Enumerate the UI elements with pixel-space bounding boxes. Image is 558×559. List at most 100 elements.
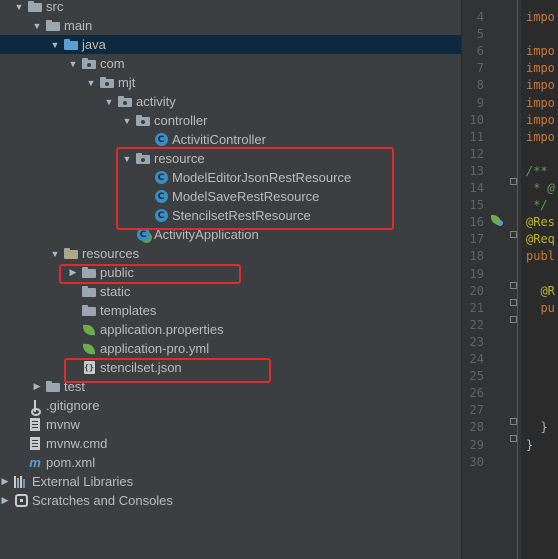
arrow-spacer <box>68 301 78 320</box>
arrow-spacer <box>68 339 78 358</box>
tree-item-stencilset-json[interactable]: {} stencilset.json <box>0 358 461 377</box>
tree-item-modelsaverestresource[interactable]: C ModelSaveRestResource <box>0 187 461 206</box>
tree-item-label: stencilset.json <box>100 360 182 375</box>
scratches-icon <box>14 494 28 508</box>
arrow-spacer <box>14 453 24 472</box>
tree-item-application-properties[interactable]: application.properties <box>0 320 461 339</box>
tree-item-activity[interactable]: ▼ activity <box>0 92 461 111</box>
tree-item-resource[interactable]: ▼ resource <box>0 149 461 168</box>
tree-item-controller[interactable]: ▼ controller <box>0 111 461 130</box>
arrow-spacer <box>140 168 150 187</box>
code-line: impo <box>526 61 555 76</box>
collapse-arrow-right-icon[interactable]: ▶ <box>68 263 78 282</box>
class-icon: C <box>154 171 168 185</box>
arrow-spacer <box>68 282 78 301</box>
fold-marker-icon[interactable] <box>510 299 517 306</box>
expand-arrow-down-icon[interactable]: ▼ <box>86 73 96 92</box>
code-line: } <box>526 437 534 452</box>
line-number: 16 <box>469 215 484 230</box>
tree-item-java[interactable]: ▼ java <box>0 35 461 54</box>
expand-arrow-down-icon[interactable]: ▼ <box>14 0 24 16</box>
tree-item-scratches-and-consoles[interactable]: ▶ Scratches and Consoles <box>0 491 461 510</box>
expand-arrow-down-icon[interactable]: ▼ <box>122 149 132 168</box>
tree-item-label: pom.xml <box>46 455 96 470</box>
tree-item-templates[interactable]: templates <box>0 301 461 320</box>
fold-marker-icon[interactable] <box>510 231 517 238</box>
tree-item-gitignore[interactable]: .gitignore <box>0 396 461 416</box>
tree-item-mvnw[interactable]: mvnw <box>0 415 461 434</box>
line-number: 25 <box>469 369 484 384</box>
code-line: publ <box>526 249 555 264</box>
maven-icon: m <box>29 455 41 470</box>
source-folder-icon <box>64 38 78 52</box>
code-editor[interactable]: impo impo impo impo impo impo impo /** * @ */ @R… <box>521 0 558 559</box>
gutter-divider <box>517 0 518 559</box>
tree-item-label: templates <box>100 303 157 318</box>
project-tree-panel[interactable]: ▼ src ▼ main ▼ java ▼ com ▼ mjt ▼ activity ▼ controll… <box>0 0 461 559</box>
package-icon <box>136 152 150 166</box>
tree-item-static[interactable]: static <box>0 282 461 301</box>
fold-marker-icon[interactable] <box>510 435 517 442</box>
tree-item-label: ModelEditorJsonRestResource <box>172 170 352 185</box>
tree-item-mjt[interactable]: ▼ mjt <box>0 73 461 92</box>
line-number: 28 <box>469 420 484 435</box>
line-number: 17 <box>469 232 484 247</box>
tree-item-test[interactable]: ▶ test <box>0 377 461 396</box>
tree-item-external-libraries[interactable]: ▶ External Libraries <box>0 472 461 491</box>
collapse-arrow-right-icon[interactable]: ▶ <box>0 472 10 491</box>
fold-marker-icon[interactable] <box>510 178 517 185</box>
expand-arrow-down-icon[interactable]: ▼ <box>50 35 60 54</box>
tree-item-modeleditorjsonrestresource[interactable]: C ModelEditorJsonRestResource <box>0 168 461 187</box>
tree-item-activityapplication[interactable]: C ActivityApplication <box>0 225 461 244</box>
arrow-spacer <box>122 225 132 244</box>
tree-item-activiticontroller[interactable]: C ActivitiController <box>0 130 461 149</box>
tree-item-src[interactable]: ▼ src <box>0 0 461 16</box>
expand-arrow-down-icon[interactable]: ▼ <box>122 111 132 130</box>
line-number: 4 <box>476 10 484 24</box>
tree-item-mvnw-cmd[interactable]: mvnw.cmd <box>0 434 461 453</box>
line-number: 21 <box>469 300 484 315</box>
code-line: } <box>526 420 548 435</box>
expand-arrow-down-icon[interactable]: ▼ <box>50 244 60 263</box>
arrow-spacer <box>14 434 24 453</box>
code-line: */ <box>526 198 548 213</box>
expand-arrow-down-icon[interactable]: ▼ <box>32 16 42 35</box>
expand-arrow-down-icon[interactable]: ▼ <box>104 92 114 111</box>
code-line: impo <box>526 78 555 93</box>
tree-item-label: public <box>100 265 134 280</box>
tree-item-label: src <box>46 0 64 14</box>
tree-item-com[interactable]: ▼ com <box>0 54 461 73</box>
line-number: 9 <box>476 95 484 110</box>
line-number: 24 <box>469 352 484 366</box>
tree-item-label: External Libraries <box>32 474 134 489</box>
expand-arrow-down-icon[interactable]: ▼ <box>68 54 78 73</box>
tree-item-resources[interactable]: ▼ resources <box>0 244 461 263</box>
line-number: 8 <box>476 78 484 93</box>
class-icon: C <box>154 133 168 147</box>
collapse-arrow-right-icon[interactable]: ▶ <box>0 491 10 510</box>
tree-item-label: Scratches and Consoles <box>32 493 173 508</box>
code-line: /** <box>526 163 548 178</box>
line-number: 10 <box>469 112 484 127</box>
line-number: 7 <box>476 61 484 76</box>
tree-item-pom-xml[interactable]: m pom.xml <box>0 453 461 472</box>
tree-item-label: application.properties <box>100 322 224 337</box>
arrow-spacer <box>68 358 78 377</box>
collapse-arrow-right-icon[interactable]: ▶ <box>32 377 42 396</box>
spring-bean-gutter-icon[interactable] <box>491 214 503 226</box>
code-line: impo <box>526 129 555 144</box>
fold-marker-icon[interactable] <box>510 282 517 289</box>
arrow-spacer <box>140 187 150 206</box>
code-line: impo <box>526 95 555 110</box>
tree-item-stencilsetrestresource[interactable]: C StencilsetRestResource <box>0 206 461 225</box>
code-line: impo <box>526 44 555 59</box>
fold-marker-icon[interactable] <box>510 418 517 425</box>
fold-marker-icon[interactable] <box>510 316 517 323</box>
tree-item-public[interactable]: ▶ public <box>0 263 461 282</box>
line-number: 20 <box>469 283 484 298</box>
line-number: 27 <box>469 403 484 418</box>
folder-icon <box>82 285 96 299</box>
tree-item-application-pro-yml[interactable]: application-pro.yml <box>0 339 461 358</box>
tree-item-main[interactable]: ▼ main <box>0 16 461 35</box>
tree-item-label: controller <box>154 113 208 128</box>
